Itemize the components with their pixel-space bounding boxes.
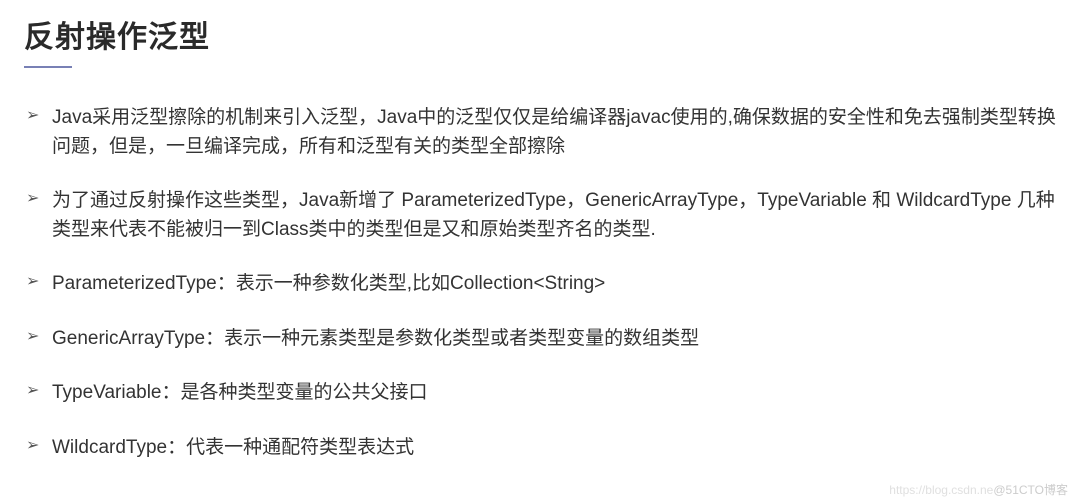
watermark-faded: https://blog.csdn.ne (889, 483, 993, 497)
list-item: TypeVariable：是各种类型变量的公共父接口 (24, 379, 1056, 408)
list-item: WildcardType：代表一种通配符类型表达式 (24, 434, 1056, 463)
page-title: 反射操作泛型 (24, 12, 1056, 56)
list-item: GenericArrayType：表示一种元素类型是参数化类型或者类型变量的数组… (24, 325, 1056, 354)
bullet-list: Java采用泛型擦除的机制来引入泛型，Java中的泛型仅仅是给编译器javac使… (24, 104, 1056, 462)
watermark-main: @51CTO博客 (993, 483, 1068, 497)
list-item: Java采用泛型擦除的机制来引入泛型，Java中的泛型仅仅是给编译器javac使… (24, 104, 1056, 161)
list-item: 为了通过反射操作这些类型，Java新增了 ParameterizedType，G… (24, 187, 1056, 244)
title-underline (24, 66, 72, 68)
watermark: https://blog.csdn.ne@51CTO博客 (889, 481, 1068, 498)
list-item: ParameterizedType：表示一种参数化类型,比如Collection… (24, 270, 1056, 299)
